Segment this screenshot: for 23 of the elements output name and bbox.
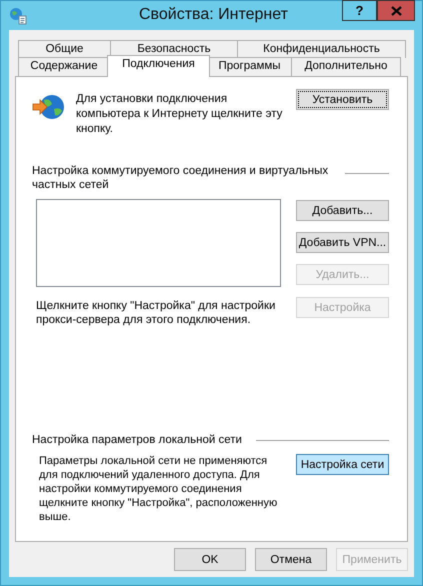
lan-settings-button[interactable]: Настройка сети: [296, 454, 389, 475]
section-heading: Настройка коммутируемого соединения и виртуальных частных сетей: [32, 164, 330, 192]
tab[interactable]: Общие: [18, 40, 111, 58]
close-button[interactable]: [377, 0, 415, 21]
connection-button[interactable]: Добавить VPN...: [296, 232, 389, 253]
proxy-description: Щелкните кнопку "Настройка" для настройки прокси-сервера для этого подключения.: [36, 299, 276, 327]
globe-arrow-icon: [32, 92, 66, 122]
tab[interactable]: Содержание: [18, 57, 110, 76]
connections-list[interactable]: [36, 199, 281, 287]
close-icon: [390, 6, 402, 16]
tab[interactable]: Конфиденциальность: [237, 40, 406, 58]
help-button[interactable]: ?: [342, 0, 377, 21]
dialog-button[interactable]: OK: [174, 548, 246, 571]
connection-button[interactable]: Добавить...: [296, 200, 389, 221]
setup-description: Для установки подключения компьютера к Интернету щелкните эту кнопку.: [76, 92, 284, 137]
dialog-button[interactable]: Отмена: [255, 548, 327, 571]
lan-description: Параметры локальной сети не применяются для подключений удаленного доступа. Для настройки коммутируемого соединения щелкните кнопку "Настройка", расположенную выше.: [39, 454, 278, 524]
tab[interactable]: Дополнительно: [291, 57, 401, 76]
window-title: Свойства: Интернет: [139, 6, 288, 24]
section-heading: Настройка параметров локальной сети: [32, 433, 242, 447]
setup-button[interactable]: Установить: [296, 89, 389, 110]
tab[interactable]: Подключения: [107, 55, 210, 77]
globe-icon: [9, 7, 27, 25]
